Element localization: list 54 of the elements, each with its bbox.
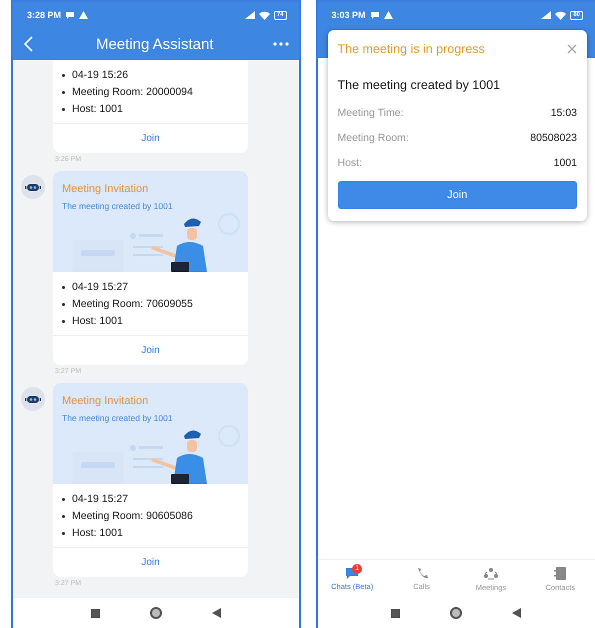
phone-icon: [416, 567, 428, 579]
warning-icon: [384, 11, 393, 19]
meeting-detail: Host: 1001: [72, 103, 123, 115]
screen-title: Meeting Assistant: [94, 36, 215, 52]
meeting-detail: Meeting Room: 70609055: [72, 298, 193, 310]
back-button[interactable]: [212, 608, 221, 618]
invitation-subtitle: The meeting created by 1001: [62, 201, 174, 211]
bullet-icon: [62, 514, 65, 518]
bullet-icon: [62, 532, 65, 534]
meeting-detail: Meeting Room: 90605086: [72, 510, 193, 522]
meeting-detail: Host: 1001: [72, 527, 123, 539]
people-icon: [482, 566, 499, 580]
bullet-icon: [62, 498, 65, 500]
meeting-detail: Host: 1001: [72, 315, 123, 327]
join-button[interactable]: Join: [338, 181, 577, 209]
notification-icon: [65, 11, 76, 19]
signal-icon: [541, 11, 552, 19]
meeting-detail: 04-19 15:27: [72, 493, 128, 505]
detail-label: Meeting Room:: [338, 132, 409, 144]
bullet-icon: [62, 302, 65, 306]
invitation-title: Meeting Invitation: [62, 395, 150, 407]
detail-label: Host:: [338, 157, 362, 169]
home-button[interactable]: [150, 607, 162, 619]
signal-icon: [244, 11, 255, 19]
dialog-heading: The meeting created by 1001: [338, 78, 502, 92]
recent-apps-button[interactable]: [90, 608, 100, 618]
warning-icon: [79, 11, 88, 19]
detail-value: 1001: [554, 157, 577, 169]
robot-avatar: [21, 175, 45, 199]
bullet-icon: [62, 90, 65, 94]
invitation-title: Meeting Invitation: [62, 183, 150, 195]
meeting-detail: 04-19 15:26: [72, 69, 128, 81]
bullet-icon: [62, 320, 65, 322]
bullet-icon: [62, 286, 65, 288]
meeting-detail: 04-19 15:27: [72, 281, 128, 293]
notification-icon: [370, 11, 380, 19]
wifi-icon: [258, 10, 270, 20]
dialog-title: The meeting is in progress: [338, 42, 486, 56]
status-time: 3:28 PM: [27, 10, 62, 20]
meeting-detail: Meeting Room: 20000094: [72, 86, 193, 98]
wifi-icon: [555, 10, 566, 20]
home-button[interactable]: [450, 607, 462, 619]
bullet-icon: [62, 74, 65, 76]
detail-value: 15:03: [550, 107, 577, 119]
back-button[interactable]: [512, 608, 522, 618]
detail-value: 80508023: [530, 132, 577, 144]
recent-apps-button[interactable]: [391, 608, 400, 618]
invitation-subtitle: The meeting created by 1001: [62, 413, 174, 423]
status-time: 3:03 PM: [332, 10, 366, 20]
bullet-icon: [62, 108, 65, 110]
detail-label: Meeting Time:: [338, 107, 404, 119]
more-icon[interactable]: [272, 42, 288, 46]
robot-avatar: [21, 387, 45, 411]
contact-book-icon: [554, 566, 566, 580]
